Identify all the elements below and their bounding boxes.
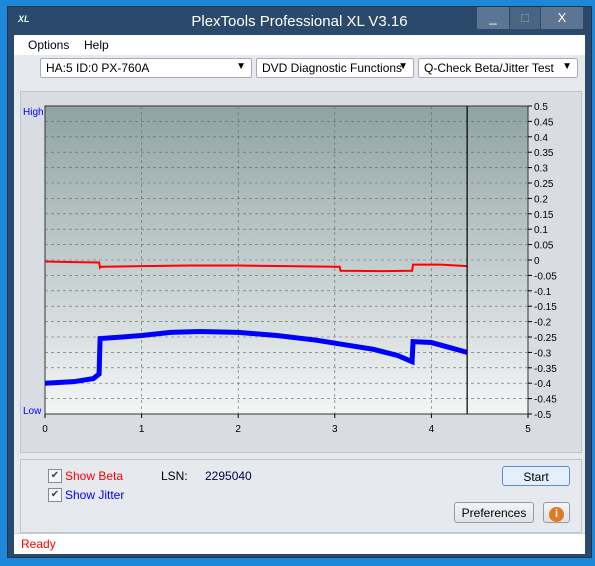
drive-select[interactable]: HA:5 ID:0 PX-760A ▼ xyxy=(40,58,252,78)
x-tick-label: 3 xyxy=(332,424,338,435)
chevron-down-icon: ▼ xyxy=(562,61,572,72)
y-tick-label: 0.5 xyxy=(534,102,548,113)
lsn-value: 2295040 xyxy=(205,469,252,483)
show-beta-checkbox[interactable]: ✔ xyxy=(48,469,62,483)
y-tick-label: -0.15 xyxy=(534,302,557,313)
x-tick-label: 1 xyxy=(139,424,145,435)
menu-options[interactable]: Options xyxy=(28,38,69,52)
function-value: DVD Diagnostic Functions xyxy=(262,61,403,75)
status-bar: Ready xyxy=(14,533,585,554)
lsn-label: LSN: xyxy=(161,469,188,483)
title-bar: XL PlexTools Professional XL V3.16 _ □ X xyxy=(8,7,591,35)
chevron-down-icon: ▼ xyxy=(398,61,408,72)
y-tick-label: -0.4 xyxy=(534,379,552,390)
y-tick-label: -0.25 xyxy=(534,333,557,344)
beta-jitter-chart: 0.5 0.45 0.4 0.35 0.3 0.25 0.2 0.15 0.1 0.05 0 -0.0… xyxy=(23,102,557,435)
show-beta-label: Show Beta xyxy=(65,469,124,483)
x-tick-label: 5 xyxy=(525,424,531,435)
y-tick-label: -0.35 xyxy=(534,364,557,375)
y-tick-label: -0.2 xyxy=(534,318,552,329)
y-tick-label: -0.1 xyxy=(534,287,552,298)
y-tick-label: 0.45 xyxy=(534,117,554,128)
chart-panel: 0.5 0.45 0.4 0.35 0.3 0.25 0.2 0.15 0.1 0.05 0 -0.0… xyxy=(20,91,582,453)
test-value: Q-Check Beta/Jitter Test xyxy=(424,61,554,75)
y-tick-label: 0 xyxy=(534,256,540,267)
y-tick-label: 0.1 xyxy=(534,225,548,236)
chevron-down-icon: ▼ xyxy=(236,61,246,72)
show-jitter-label: Show Jitter xyxy=(65,488,125,502)
preferences-button[interactable]: Preferences xyxy=(454,502,534,523)
test-select[interactable]: Q-Check Beta/Jitter Test ▼ xyxy=(418,58,578,78)
x-tick-label: 2 xyxy=(235,424,241,435)
status-text: Ready xyxy=(21,537,56,551)
x-tick-label: 0 xyxy=(42,424,48,435)
y-tick-label: -0.05 xyxy=(534,271,557,282)
menu-help[interactable]: Help xyxy=(84,38,109,52)
function-select[interactable]: DVD Diagnostic Functions ▼ xyxy=(256,58,414,78)
y-tick-label: 0.35 xyxy=(534,148,554,159)
y-tick-label: -0.3 xyxy=(534,348,552,359)
low-label: Low xyxy=(23,406,42,417)
info-icon: i xyxy=(549,507,564,522)
y-tick-label: 0.3 xyxy=(534,164,548,175)
high-label: High xyxy=(23,107,44,118)
y-tick-label: 0.25 xyxy=(534,179,554,190)
start-button[interactable]: Start xyxy=(502,466,570,486)
drive-value: HA:5 ID:0 PX-760A xyxy=(46,61,150,75)
control-panel: ✔ Show Beta ✔ Show Jitter LSN: 2295040 S… xyxy=(20,459,582,533)
menu-bar: Options Help xyxy=(14,35,585,55)
app-window: XL PlexTools Professional XL V3.16 _ □ X… xyxy=(7,6,592,558)
info-button[interactable]: i xyxy=(543,502,570,523)
x-tick-label: 4 xyxy=(429,424,435,435)
y-tick-label: -0.5 xyxy=(534,410,552,421)
close-button[interactable]: X xyxy=(541,7,583,29)
maximize-button[interactable]: □ xyxy=(510,7,540,29)
y-tick-label: 0.15 xyxy=(534,210,554,221)
minimize-button[interactable]: _ xyxy=(477,7,509,29)
y-tick-label: -0.45 xyxy=(534,395,557,406)
show-jitter-checkbox[interactable]: ✔ xyxy=(48,488,62,502)
y-tick-label: 0.2 xyxy=(534,194,548,205)
y-tick-label: 0.05 xyxy=(534,241,554,252)
y-tick-label: 0.4 xyxy=(534,133,548,144)
